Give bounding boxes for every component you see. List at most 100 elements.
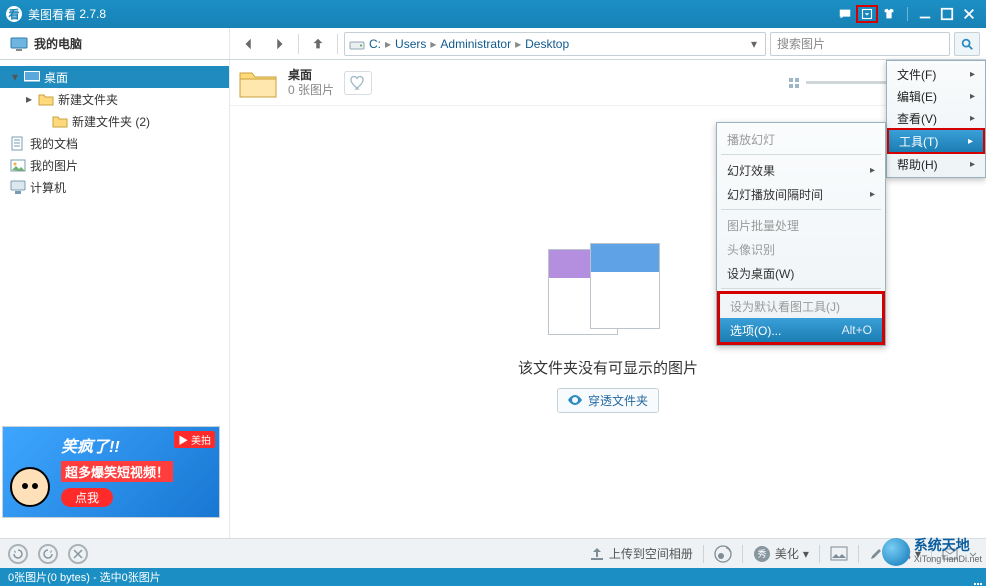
main-menu-panel: 文件(F)▸ 编辑(E)▸ 查看(V)▸ 工具(T)▸ 帮助(H)▸	[886, 60, 986, 178]
sidebar-item-newfolder2[interactable]: 新建文件夹 (2)	[0, 110, 229, 132]
pictures-icon	[10, 159, 26, 172]
sidebar-item-label: 桌面	[44, 69, 68, 86]
ad-tag: ▶ 美拍	[174, 431, 215, 448]
folder-icon	[38, 93, 54, 106]
upload-button[interactable]: 上传到空间相册	[589, 545, 693, 562]
folder-count: 0 张图片	[288, 83, 334, 98]
search-button[interactable]	[954, 32, 980, 56]
chevron-right-icon: ▸	[968, 136, 973, 147]
caret-icon: ▸	[385, 37, 391, 51]
ad-cta-button[interactable]: 点我	[61, 488, 113, 507]
menu-file[interactable]: 文件(F)▸	[887, 63, 985, 85]
submenu-default-viewer: 设为默认看图工具(J)	[720, 294, 882, 318]
main-menu-button[interactable]	[856, 5, 878, 23]
monitor-icon	[10, 37, 28, 51]
minimize-button[interactable]	[914, 5, 936, 23]
back-button[interactable]	[236, 32, 262, 56]
path-dropdown[interactable]: ▾	[747, 37, 761, 51]
twisty-collapse-icon[interactable]: ▾	[10, 70, 20, 84]
sidebar-item-label: 新建文件夹 (2)	[72, 113, 150, 130]
sidebar-item-label: 我的图片	[30, 157, 78, 174]
grid-small-icon	[788, 77, 800, 89]
empty-image-stack-icon	[548, 243, 668, 343]
path-seg-users[interactable]: Users	[395, 37, 426, 51]
path-seg-admin[interactable]: Administrator	[440, 37, 511, 51]
weibo-icon[interactable]	[714, 545, 732, 563]
chevron-right-icon: ▸	[870, 165, 875, 176]
menu-tools[interactable]: 工具(T)▸	[889, 130, 983, 152]
menu-view[interactable]: 查看(V)▸	[887, 107, 985, 129]
penetrate-folder-button[interactable]: 穿透文件夹	[557, 388, 659, 413]
sidebar-item-desktop[interactable]: ▾ 桌面	[0, 66, 229, 88]
sidebar-item-pictures[interactable]: 我的图片	[0, 154, 229, 176]
drive-icon	[349, 37, 365, 51]
menu-edit[interactable]: 编辑(E)▸	[887, 85, 985, 107]
sidebar-item-documents[interactable]: 我的文档	[0, 132, 229, 154]
app-version: 2.7.8	[79, 7, 106, 21]
documents-icon	[10, 136, 26, 151]
left-panel-header: 我的电脑	[0, 28, 230, 59]
globe-icon	[882, 538, 910, 566]
computer-icon	[10, 180, 26, 195]
maximize-button[interactable]	[936, 5, 958, 23]
sidebar-item-computer[interactable]: 计算机	[0, 176, 229, 198]
folder-bar: 桌面 0 张图片 排序 ▾	[230, 60, 986, 106]
watermark: 系统天地XiTongTianDi.net	[882, 538, 982, 566]
empty-state: 该文件夹没有可显示的图片 穿透文件夹	[518, 243, 698, 413]
submenu-batch: 图片批量处理	[717, 213, 885, 237]
twisty-expand-icon[interactable]: ▸	[24, 92, 34, 106]
svg-text:秀: 秀	[757, 548, 766, 559]
menu-help[interactable]: 帮助(H)▸	[887, 153, 985, 175]
sidebar-item-label: 我的文档	[30, 135, 78, 152]
folder-name: 桌面	[288, 68, 334, 83]
submenu-options[interactable]: 选项(O)...Alt+O	[720, 318, 882, 342]
picture-icon[interactable]	[830, 546, 848, 562]
folder-large-icon	[238, 67, 278, 99]
submenu-slide-interval[interactable]: 幻灯播放间隔时间▸	[717, 182, 885, 206]
content-area: 桌面 0 张图片 排序 ▾ 该文件夹没有可显示的图片	[230, 60, 986, 538]
resize-grip-icon[interactable]	[974, 583, 982, 585]
titlebar-divider	[900, 5, 914, 23]
empty-message: 该文件夹没有可显示的图片	[518, 357, 698, 378]
chevron-right-icon: ▸	[970, 113, 975, 124]
left-panel-title: 我的电脑	[34, 35, 82, 52]
status-text: 0张图片(0 bytes) - 选中0张图片	[8, 569, 161, 585]
folder-icon	[52, 115, 68, 128]
path-seg-desktop[interactable]: Desktop	[525, 37, 569, 51]
submenu-wallpaper[interactable]: 设为桌面(W)	[717, 261, 885, 285]
eye-icon	[568, 395, 582, 405]
skin-icon[interactable]	[878, 5, 900, 23]
footer-toolbar: 上传到空间相册 秀 美化▾ 编辑▾	[0, 538, 986, 568]
chevron-right-icon: ▸	[970, 91, 975, 102]
path-drive[interactable]: C:	[369, 37, 381, 51]
app-icon: 看	[6, 6, 22, 22]
chevron-right-icon: ▸	[970, 69, 975, 80]
titlebar: 看 美图看看 2.7.8	[0, 0, 986, 28]
caret-icon: ▸	[515, 37, 521, 51]
upload-icon	[589, 547, 605, 561]
status-bar: 0张图片(0 bytes) - 选中0张图片	[0, 568, 986, 586]
search-input[interactable]: 搜索图片	[770, 32, 950, 56]
ad-banner[interactable]: 笑疯了!! 超多爆笑短视频！ 点我 ▶ 美拍	[2, 426, 220, 518]
chat-icon[interactable]	[834, 5, 856, 23]
delete-button[interactable]	[68, 544, 88, 564]
rotate-left-button[interactable]	[8, 544, 28, 564]
up-button[interactable]	[305, 32, 331, 56]
sidebar-item-newfolder[interactable]: ▸ 新建文件夹	[0, 88, 229, 110]
caret-icon: ▸	[430, 37, 436, 51]
heart-icon	[350, 76, 366, 90]
favorite-button[interactable]	[344, 71, 372, 95]
rotate-right-button[interactable]	[38, 544, 58, 564]
path-box[interactable]: C: ▸ Users ▸ Administrator ▸ Desktop ▾	[344, 32, 766, 56]
chevron-right-icon: ▸	[870, 189, 875, 200]
beautify-button[interactable]: 秀 美化▾	[753, 545, 809, 563]
chevron-right-icon: ▸	[970, 159, 975, 170]
submenu-slide-effect[interactable]: 幻灯效果▸	[717, 158, 885, 182]
sidebar-item-label: 新建文件夹	[58, 91, 118, 108]
sidebar-item-label: 计算机	[30, 179, 66, 196]
close-button[interactable]	[958, 5, 980, 23]
address-bar: 我的电脑 C: ▸ Users ▸ Administrator ▸ Deskto…	[0, 28, 986, 60]
submenu-avatar: 头像识别	[717, 237, 885, 261]
app-name: 美图看看	[28, 6, 76, 23]
forward-button[interactable]	[266, 32, 292, 56]
